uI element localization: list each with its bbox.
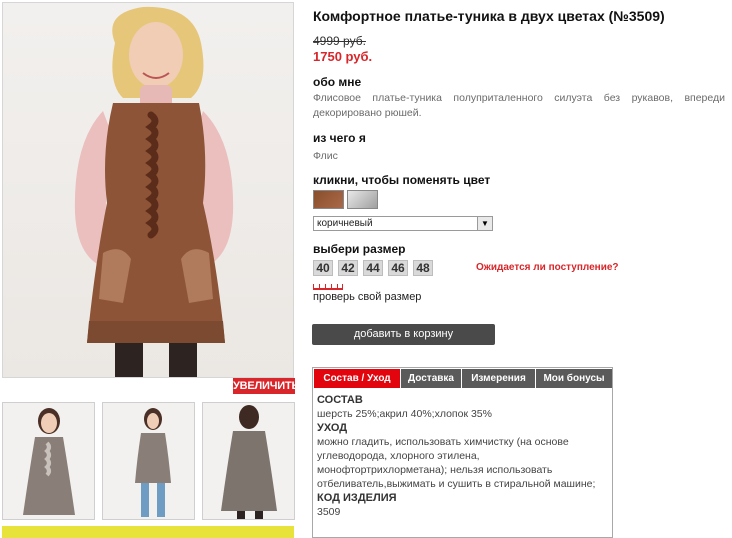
- banner-strip: [2, 526, 294, 538]
- tab-bonuses[interactable]: Мои бонусы: [536, 369, 612, 388]
- add-to-cart-button[interactable]: добавить в корзину: [312, 324, 495, 345]
- size-option-44[interactable]: 44: [363, 260, 383, 276]
- availability-link[interactable]: Ожидается ли поступление?: [476, 262, 619, 273]
- thumbnail-photo: [135, 408, 171, 517]
- thumbnail-photo: [23, 408, 75, 515]
- info-tabs-panel: Состав / Уход Доставка Измерения Мои бон…: [312, 367, 613, 538]
- swatch-brown[interactable]: [313, 190, 344, 209]
- tab-delivery[interactable]: Доставка: [401, 369, 461, 388]
- care-heading: УХОД: [317, 422, 348, 434]
- tab-measurements[interactable]: Измерения: [462, 369, 535, 388]
- composition-text: шерсть 25%;акрил 40%;хлопок 35%: [317, 408, 492, 420]
- current-price: 1750 руб.: [313, 49, 373, 64]
- care-text: можно гладить, использовать химчистку (н…: [317, 436, 596, 490]
- composition-heading: СОСТАВ: [317, 394, 363, 406]
- size-option-46[interactable]: 46: [388, 260, 408, 276]
- about-heading: обо мне: [313, 75, 362, 89]
- color-select-value: коричневый: [317, 218, 373, 229]
- about-text: Флисовое платье-туника полуприталенного …: [313, 92, 725, 119]
- chevron-down-icon[interactable]: ▼: [477, 217, 492, 230]
- material-heading: из чего я: [313, 131, 366, 145]
- size-option-40[interactable]: 40: [313, 260, 333, 276]
- size-option-42[interactable]: 42: [338, 260, 358, 276]
- size-option-48[interactable]: 48: [413, 260, 433, 276]
- tab-content: СОСТАВ шерсть 25%;акрил 40%;хлопок 35% У…: [317, 393, 609, 519]
- thumbnail-2[interactable]: [102, 402, 195, 520]
- size-heading: выбери размер: [313, 242, 406, 256]
- color-heading: кликни, чтобы поменять цвет: [313, 173, 491, 187]
- ruler-icon[interactable]: [313, 284, 343, 290]
- model-illustration: [74, 6, 234, 377]
- swatch-gray[interactable]: [347, 190, 378, 209]
- product-title: Комфортное платье-туника в двух цветах (…: [313, 8, 665, 24]
- size-check-link[interactable]: проверь свой размер: [313, 291, 421, 303]
- color-select[interactable]: коричневый ▼: [313, 216, 493, 231]
- thumbnail-3[interactable]: [202, 402, 295, 520]
- zoom-button[interactable]: УВЕЛИЧИТЬ: [233, 378, 299, 394]
- tab-composition[interactable]: Состав / Уход: [314, 369, 400, 388]
- old-price: 4999 руб.: [313, 34, 366, 48]
- code-value: 3509: [317, 506, 341, 518]
- thumbnail-1[interactable]: [2, 402, 95, 520]
- material-text: Флис: [313, 150, 338, 162]
- main-product-photo[interactable]: [2, 2, 294, 378]
- thumbnail-photo: [221, 405, 277, 519]
- code-heading: КОД ИЗДЕЛИЯ: [317, 492, 397, 504]
